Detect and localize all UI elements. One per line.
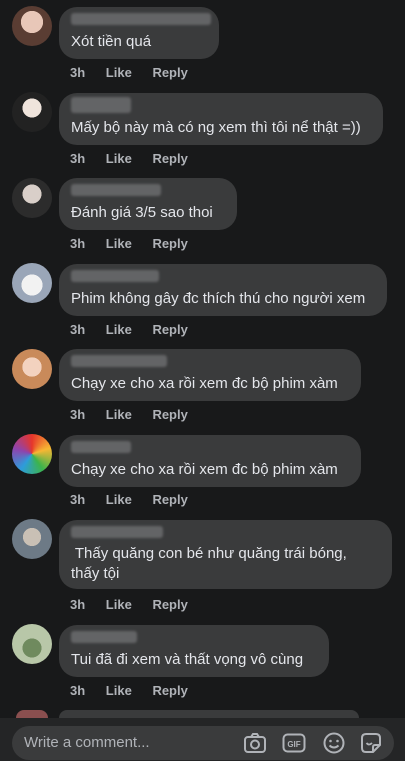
avatar[interactable]	[12, 624, 52, 664]
comment-time: 3h	[70, 407, 86, 422]
comment-time: 3h	[70, 65, 86, 80]
comment-time: 3h	[70, 492, 86, 507]
avatar[interactable]	[12, 92, 52, 132]
avatar[interactable]	[12, 349, 52, 389]
reply-button[interactable]: Reply	[152, 65, 187, 80]
gif-icon-label: GIF	[287, 740, 300, 749]
avatar[interactable]	[12, 434, 52, 474]
author-name	[71, 441, 131, 453]
comment-bubble[interactable]: Xót tiền quá	[59, 7, 219, 59]
comment-actions: 3h Like Reply	[70, 683, 205, 698]
avatar[interactable]	[12, 519, 52, 559]
like-button[interactable]: Like	[106, 65, 132, 80]
avatar[interactable]	[12, 6, 52, 46]
like-button[interactable]: Like	[106, 151, 132, 166]
like-button[interactable]: Like	[106, 322, 132, 337]
comment-bubble[interactable]: Tui đã đi xem và thất vọng vô cùng	[59, 625, 329, 677]
reply-button[interactable]: Reply	[152, 236, 187, 251]
comment-bubble[interactable]: Phim không gây đc thích thú cho người xe…	[59, 264, 387, 316]
comment-time: 3h	[70, 236, 86, 251]
comment-bubble[interactable]: Mấy bộ này mà có ng xem thì tôi nể thật …	[59, 93, 383, 145]
comment-text: Chạy xe cho xa rồi xem đc bộ phim xàm	[71, 375, 338, 392]
like-button[interactable]: Like	[106, 407, 132, 422]
comment-text: Đánh giá 3/5 sao thoi	[71, 204, 213, 221]
comment-text: Xót tiền quá	[71, 33, 152, 50]
avatar	[16, 710, 48, 718]
like-button[interactable]: Like	[106, 683, 132, 698]
author-name	[71, 270, 159, 282]
author-name	[71, 355, 167, 367]
like-button[interactable]: Like	[106, 492, 132, 507]
reply-button[interactable]: Reply	[152, 407, 187, 422]
comment-placeholder: Write a comment...	[24, 734, 150, 751]
comment-actions: 3h Like Reply	[70, 407, 205, 422]
author-name	[71, 526, 163, 538]
comment-time: 3h	[70, 683, 86, 698]
comment-input[interactable]: Write a comment... GIF	[12, 726, 394, 760]
comment-actions: 3h Like Reply	[70, 597, 205, 612]
reply-button[interactable]: Reply	[152, 151, 187, 166]
comment-bubble[interactable]: Đánh giá 3/5 sao thoi	[59, 178, 237, 230]
comment-actions: 3h Like Reply	[70, 322, 205, 337]
reply-button[interactable]: Reply	[152, 492, 187, 507]
comment-text-line-1: Thấy quăng con bé như quăng trái bóng,	[71, 545, 347, 562]
reply-button[interactable]: Reply	[152, 597, 187, 612]
comment-bubble[interactable]: Thấy quăng con bé như quăng trái bóng, t…	[59, 520, 392, 589]
comment-text: Chạy xe cho xa rồi xem đc bộ phim xàm	[71, 461, 338, 478]
comment-text-line-2: thấy tội	[71, 565, 120, 582]
comment-text: Tui đã đi xem và thất vọng vô cùng	[71, 651, 304, 668]
comment-text: Mấy bộ này mà có ng xem thì tôi nể thật …	[71, 119, 361, 136]
emoji-icon[interactable]	[322, 732, 346, 754]
like-button[interactable]: Like	[106, 597, 132, 612]
author-name	[71, 184, 161, 196]
comment-actions: 3h Like Reply	[70, 151, 205, 166]
author-name	[71, 13, 211, 25]
author-name	[71, 97, 131, 113]
comment-bubble[interactable]: Chạy xe cho xa rồi xem đc bộ phim xàm	[59, 435, 361, 487]
gif-icon[interactable]: GIF	[282, 732, 306, 754]
comment-composer: Write a comment... GIF	[0, 718, 405, 761]
reply-button[interactable]: Reply	[152, 322, 187, 337]
avatar[interactable]	[12, 178, 52, 218]
avatar[interactable]	[12, 263, 52, 303]
comment-actions: 3h Like Reply	[70, 492, 205, 507]
sticker-icon[interactable]	[359, 732, 383, 754]
comment-time: 3h	[70, 322, 86, 337]
like-button[interactable]: Like	[106, 236, 132, 251]
camera-icon[interactable]	[243, 732, 267, 754]
author-name	[71, 631, 137, 643]
comment-time: 3h	[70, 597, 86, 612]
comment-actions: 3h Like Reply	[70, 65, 205, 80]
comment-time: 3h	[70, 151, 86, 166]
comment-actions: 3h Like Reply	[70, 236, 205, 251]
next-comment-partial	[59, 710, 359, 718]
reply-button[interactable]: Reply	[152, 683, 187, 698]
comment-bubble[interactable]: Chạy xe cho xa rồi xem đc bộ phim xàm	[59, 349, 361, 401]
comment-text: Phim không gây đc thích thú cho người xe…	[71, 290, 366, 307]
